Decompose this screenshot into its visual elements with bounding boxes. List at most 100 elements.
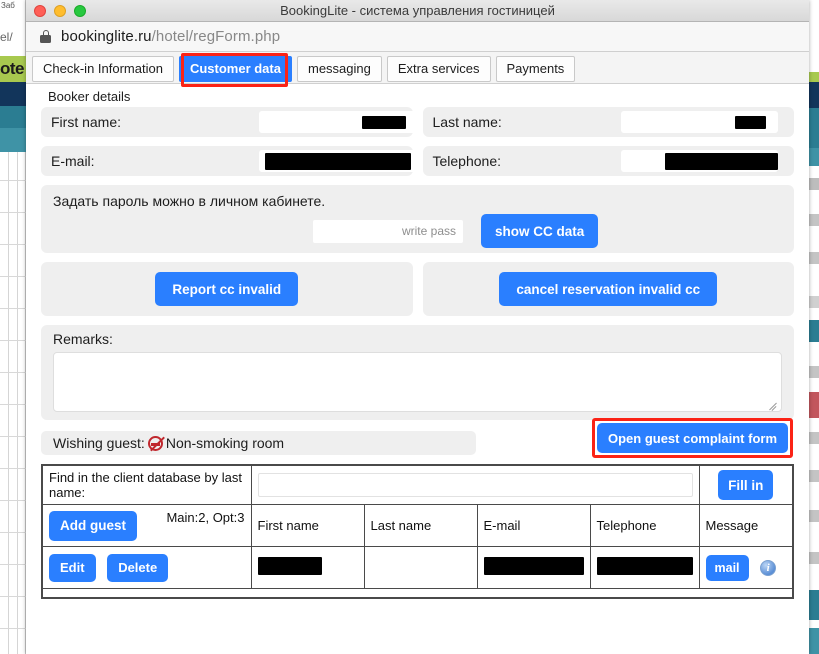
email-input[interactable] xyxy=(259,150,416,172)
write-pass-input[interactable]: write pass xyxy=(313,220,463,243)
mail-button[interactable]: mail xyxy=(705,554,749,581)
fill-in-cell: Fill in xyxy=(698,464,794,505)
background-color-block xyxy=(809,590,819,620)
background-grid-line xyxy=(0,564,26,565)
email-label: E-mail: xyxy=(51,153,95,169)
show-cc-data-button[interactable]: show CC data xyxy=(481,214,599,248)
background-color-block xyxy=(809,296,819,308)
background-grid-line xyxy=(0,628,26,629)
browser-window: BookingLite - система управления гостини… xyxy=(26,0,809,654)
find-client-input[interactable] xyxy=(257,473,693,497)
telephone-input[interactable] xyxy=(620,150,778,172)
url-text: bookinglite.ru/hotel/regForm.php xyxy=(61,28,280,45)
cell-last-name xyxy=(363,546,478,589)
last-name-input[interactable] xyxy=(620,111,778,133)
name-fields-row: First name: Last name: xyxy=(26,107,809,137)
window-title: BookingLite - система управления гостини… xyxy=(280,3,555,18)
background-color-block xyxy=(809,628,819,654)
telephone-label: Telephone: xyxy=(432,153,502,169)
column-header-message: Message xyxy=(698,504,794,547)
background-color-block xyxy=(809,108,819,148)
find-client-label: Find in the client database by last name… xyxy=(41,464,252,505)
background-color-block xyxy=(809,72,819,82)
background-url-label: el/ xyxy=(0,30,13,44)
background-grid-line xyxy=(0,372,26,373)
remarks-panel: Remarks: xyxy=(41,325,794,420)
report-cc-invalid-panel: Report cc invalid xyxy=(41,262,413,316)
background-grid-line xyxy=(0,180,26,181)
last-name-field-group: Last name: xyxy=(422,107,794,137)
contact-fields-row: E-mail: Telephone: xyxy=(26,146,809,176)
remarks-label: Remarks: xyxy=(53,331,113,347)
close-window-button[interactable] xyxy=(34,4,46,17)
delete-button[interactable]: Delete xyxy=(107,553,169,582)
background-color-block xyxy=(809,552,819,564)
column-header-email: E-mail xyxy=(476,504,591,547)
first-name-input[interactable] xyxy=(259,111,416,133)
password-hint-text: Задать пароль можно в личном кабинете. xyxy=(53,193,326,209)
background-window-left: Заб el/ ote xyxy=(0,0,26,654)
background-grid-line xyxy=(0,308,26,309)
background-color-block xyxy=(809,366,819,378)
tab-check-in-information[interactable]: Check-in Information xyxy=(32,56,174,82)
lock-icon xyxy=(40,30,51,43)
edit-button[interactable]: Edit xyxy=(49,553,96,582)
redaction-bar xyxy=(264,152,411,170)
tab-strip: Check-in Information Customer data messa… xyxy=(26,52,809,87)
tab-messaging[interactable]: messaging xyxy=(296,56,382,82)
cell-email xyxy=(476,546,591,589)
redaction-bar xyxy=(362,115,406,129)
background-color-block xyxy=(809,510,819,522)
table-row: Edit Delete mail i xyxy=(41,546,794,589)
open-guest-complaint-form-button[interactable]: Open guest complaint form xyxy=(596,423,788,453)
add-guest-button[interactable]: Add guest xyxy=(49,510,137,541)
telephone-field-group: Telephone: xyxy=(422,146,794,176)
cell-telephone xyxy=(589,546,700,589)
guest-table: Find in the client database by last name… xyxy=(41,464,794,599)
guest-counts-label: Main:2, Opt:3 xyxy=(166,510,245,525)
background-color-block xyxy=(809,82,819,108)
background-badge: ote xyxy=(0,56,26,82)
table-header-row: Add guest Main:2, Opt:3 First name Last … xyxy=(41,504,794,547)
url-bar[interactable]: bookinglite.ru/hotel/regForm.php xyxy=(26,22,809,52)
background-color-block xyxy=(809,252,819,264)
last-name-label: Last name: xyxy=(432,114,502,130)
background-grid-line xyxy=(0,244,26,245)
background-window-right xyxy=(809,0,819,654)
background-color-block xyxy=(809,392,819,418)
column-header-telephone: Telephone xyxy=(589,504,700,547)
cell-first-name xyxy=(250,546,365,589)
resize-grip-icon[interactable] xyxy=(769,400,778,409)
tab-extra-services[interactable]: Extra services xyxy=(386,56,491,82)
find-client-input-cell[interactable] xyxy=(250,464,700,505)
client-search-row: Find in the client database by last name… xyxy=(41,464,794,505)
background-grid-line xyxy=(0,436,26,437)
table-spacer-cell xyxy=(41,588,794,599)
background-grid-line xyxy=(0,340,26,341)
info-icon[interactable]: i xyxy=(760,559,777,576)
traffic-lights[interactable] xyxy=(34,4,86,17)
remarks-textarea[interactable] xyxy=(53,352,782,412)
report-cc-invalid-button[interactable]: Report cc invalid xyxy=(155,272,299,306)
column-header-last-name: Last name xyxy=(363,504,478,547)
complaint-button-highlight-box: Open guest complaint form xyxy=(591,418,793,458)
no-smoking-icon xyxy=(147,435,163,451)
password-panel: Задать пароль можно в личном кабинете. w… xyxy=(41,185,794,253)
background-color-block xyxy=(809,148,819,166)
cancel-reservation-invalid-cc-button[interactable]: cancel reservation invalid cc xyxy=(499,272,718,306)
maximize-window-button[interactable] xyxy=(74,4,86,17)
background-grid-line xyxy=(0,212,26,213)
background-tab-label: Заб xyxy=(1,1,15,10)
background-grid-line xyxy=(17,152,18,654)
background-grid-line xyxy=(0,532,26,533)
background-color-block xyxy=(809,214,819,226)
background-grid-line xyxy=(0,468,26,469)
wishing-guest-panel: Wishing guest: Non-smoking room xyxy=(41,431,476,455)
background-color-block-navy xyxy=(0,82,26,106)
redaction-bar xyxy=(483,557,584,575)
fill-in-button[interactable]: Fill in xyxy=(718,470,774,500)
minimize-window-button[interactable] xyxy=(54,4,66,17)
tab-customer-data[interactable]: Customer data xyxy=(178,56,292,82)
wishing-guest-value: Non-smoking room xyxy=(165,435,285,451)
tab-payments[interactable]: Payments xyxy=(495,56,576,82)
